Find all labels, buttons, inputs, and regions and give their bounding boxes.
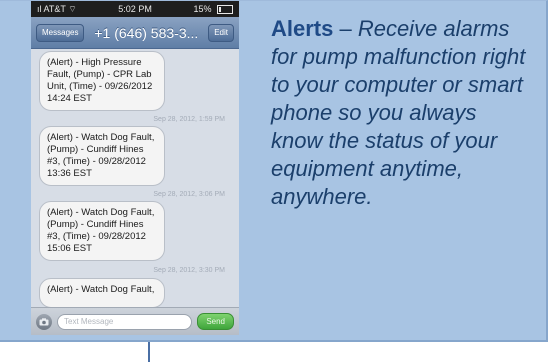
feature-title: Alerts — [271, 16, 334, 41]
message-text-field[interactable]: Text Message — [57, 313, 193, 330]
status-time: 5:02 PM — [118, 4, 152, 14]
message-thread[interactable]: (Alert) - High Pressure Fault, (Pump) - … — [31, 49, 239, 308]
message-bubble: (Alert) - High Pressure Fault, (Pump) - … — [39, 51, 165, 111]
signal-icon: ıl — [37, 3, 42, 14]
message-input-bar: Text Message Send — [31, 307, 239, 335]
conversation-title: +1 (646) 583-3... — [94, 24, 199, 41]
wifi-icon: ⌔ — [68, 3, 77, 14]
phone-screenshot: ıl AT&T ⌔ 5:02 PM 15% Messages +1 (646) … — [31, 1, 239, 335]
battery-icon — [216, 5, 233, 15]
send-button[interactable]: Send — [197, 313, 234, 330]
camera-button[interactable] — [36, 313, 52, 330]
message-timestamp: Sep 28, 2012, 3:06 PM — [153, 191, 225, 198]
feature-body: Receive alarms for pump malfunction righ… — [271, 16, 526, 209]
connector-line — [148, 342, 150, 362]
phone-status-bar: ıl AT&T ⌔ 5:02 PM 15% — [31, 1, 239, 17]
message-bubble: (Alert) - Watch Dog Fault, — [39, 278, 165, 308]
phone-nav-bar: Messages +1 (646) 583-3... Edit — [31, 17, 239, 49]
signal-carrier: ıl AT&T ⌔ — [37, 4, 77, 15]
messages-back-button[interactable]: Messages — [36, 23, 85, 42]
edit-button[interactable]: Edit — [208, 23, 234, 42]
carrier-label: AT&T — [43, 3, 66, 14]
message-bubble: (Alert) - Watch Dog Fault, (Pump) - Cund… — [39, 201, 165, 261]
camera-icon — [39, 317, 49, 325]
message-timestamp: Sep 28, 2012, 1:59 PM — [153, 116, 225, 123]
battery-group: 15% — [193, 3, 233, 15]
feature-description: Alerts – Receive alarms for pump malfunc… — [271, 15, 531, 211]
message-timestamp: Sep 28, 2012, 3:30 PM — [153, 267, 225, 274]
message-bubble: (Alert) - Watch Dog Fault, (Pump) - Cund… — [39, 126, 165, 186]
battery-percent: 15% — [193, 3, 212, 14]
title-dash: – — [333, 16, 358, 41]
feature-panel: ıl AT&T ⌔ 5:02 PM 15% Messages +1 (646) … — [0, 0, 548, 342]
